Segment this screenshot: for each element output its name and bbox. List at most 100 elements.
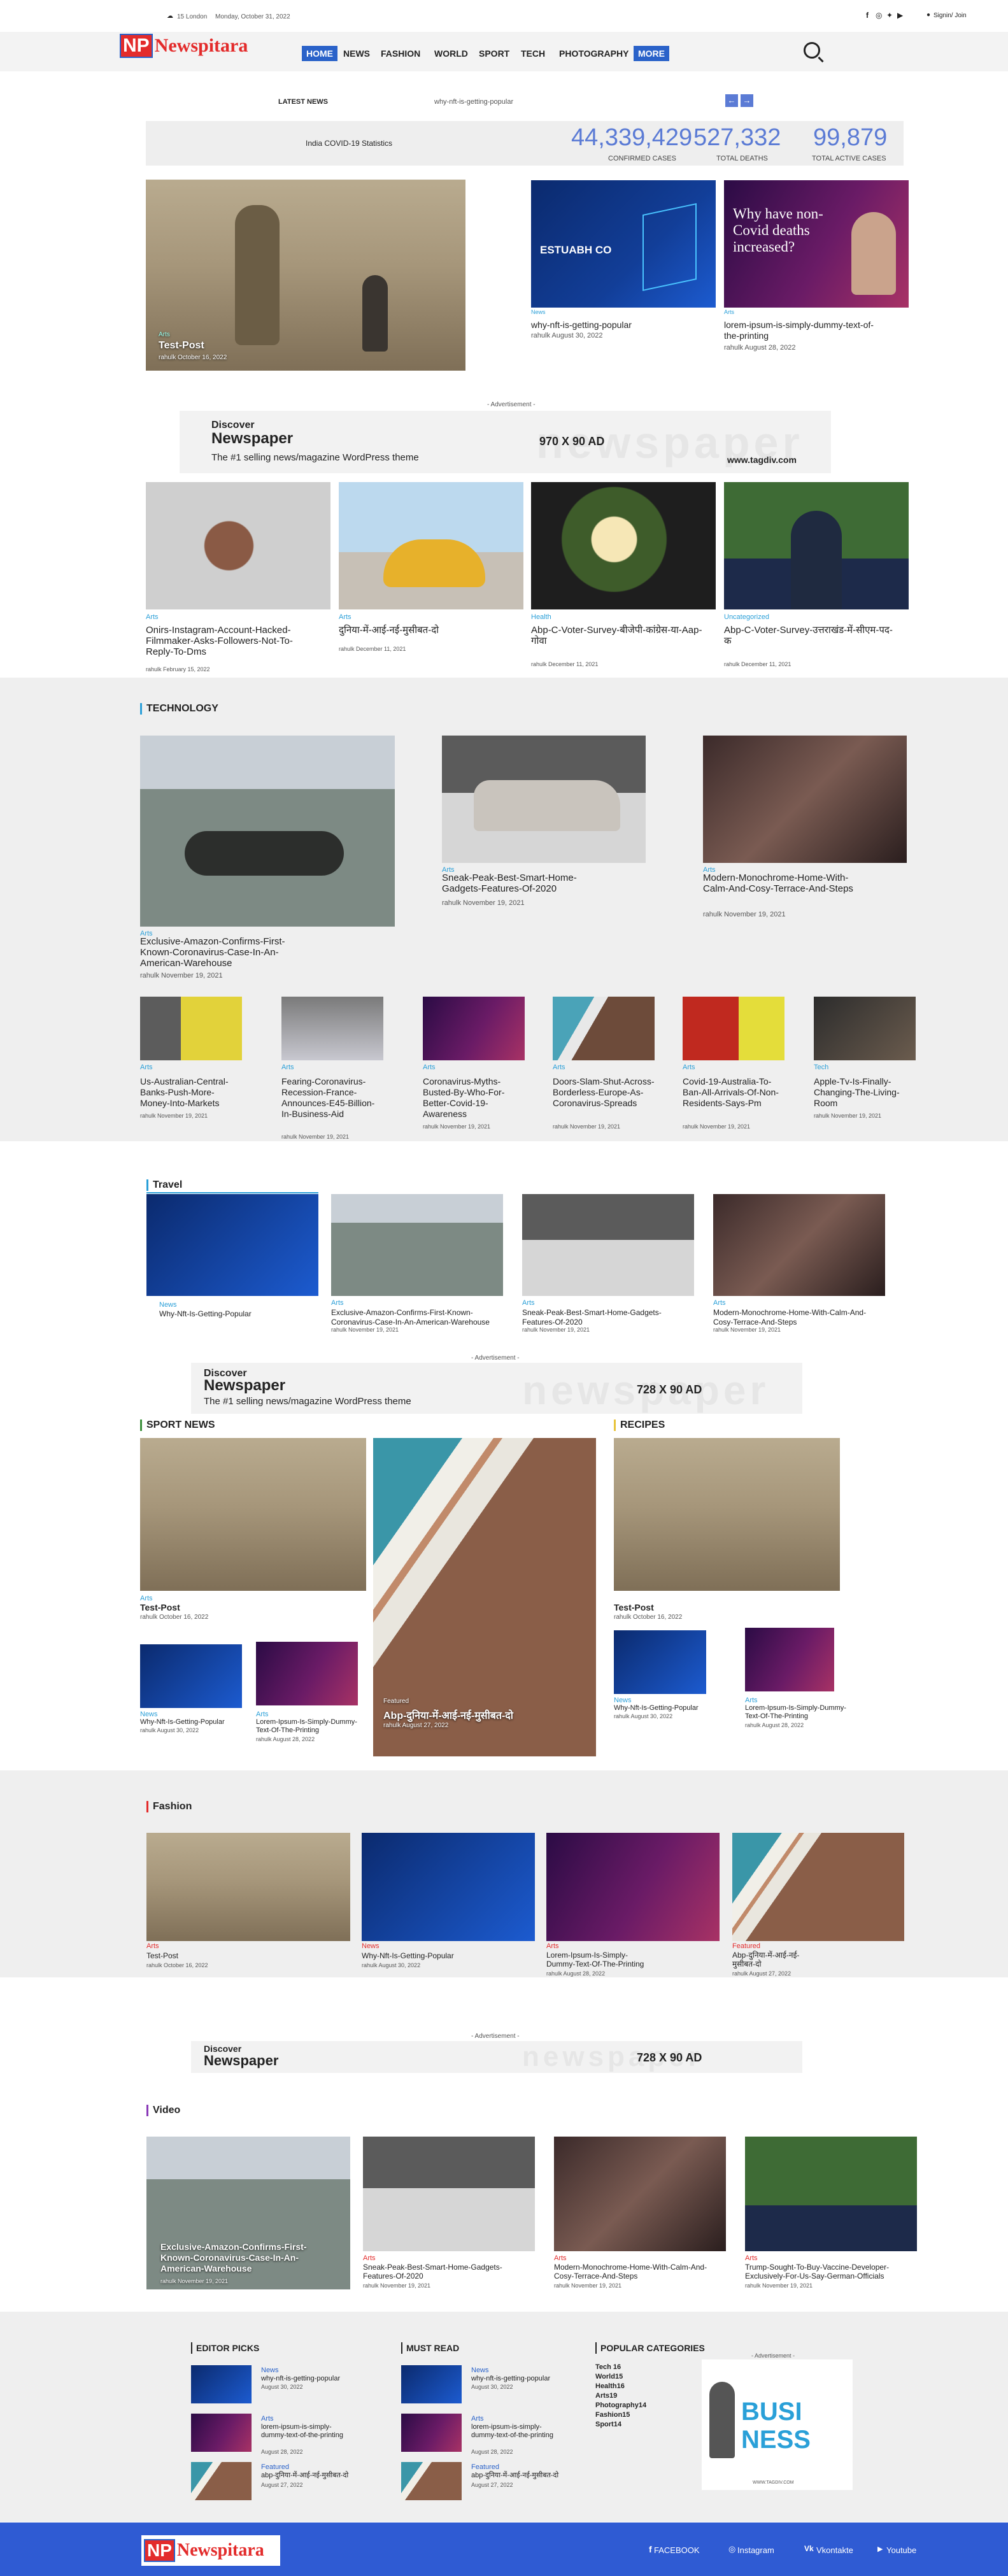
- recipes-main-title[interactable]: Test-Post: [614, 1602, 654, 1613]
- search-icon[interactable]: [804, 42, 820, 59]
- tech-small-image-2[interactable]: [281, 997, 383, 1060]
- nav-news[interactable]: NEWS: [343, 48, 370, 59]
- nav-photography[interactable]: PHOTOGRAPHY: [559, 48, 628, 59]
- popular-item-world[interactable]: World15: [595, 2373, 623, 2380]
- sport-small-title-2[interactable]: Lorem-Ipsum-Is-Simply-Dummy-Text-Of-The-…: [256, 1718, 358, 1735]
- tech-small-title-2[interactable]: Fearing-Coronavirus-Recession-France-Ann…: [281, 1076, 383, 1120]
- editor-image-3[interactable]: [191, 2462, 252, 2500]
- fashion-image-4[interactable]: [732, 1833, 904, 1941]
- nav-tech[interactable]: TECH: [521, 48, 545, 59]
- sport-small-image-1[interactable]: [140, 1644, 242, 1708]
- row4-title-4[interactable]: Abp-C-Voter-Survey-उत्तराखंड-में-सीएम-पद…: [724, 625, 896, 646]
- tech-small-title-6[interactable]: Apple-Tv-Is-Finally-Changing-The-Living-…: [814, 1076, 916, 1109]
- tech-small-image-3[interactable]: [423, 997, 525, 1060]
- nav-world[interactable]: WORLD: [434, 48, 468, 59]
- instagram-icon[interactable]: ◎: [876, 11, 882, 20]
- fashion-title-3[interactable]: Lorem-Ipsum-Is-Simply-Dummy-Text-Of-The-…: [546, 1951, 648, 1968]
- fashion-image-2[interactable]: [362, 1833, 535, 1941]
- sport-feature-image[interactable]: Featured Abp-दुनिया-में-आई-नई-मुसीबत-दो …: [373, 1438, 596, 1756]
- tech-image-2[interactable]: [442, 736, 646, 863]
- footer-link-facebook[interactable]: FACEBOOK: [654, 2545, 700, 2555]
- fashion-image-3[interactable]: [546, 1833, 720, 1941]
- video-title-2[interactable]: Sneak-Peak-Best-Smart-Home-Gadgets-Featu…: [363, 2263, 535, 2281]
- mustread-title-2[interactable]: lorem-ipsum-is-simply-dummy-text-of-the-…: [471, 2423, 567, 2440]
- travel-title-4[interactable]: Modern-Monochrome-Home-With-Calm-And-Cos…: [713, 1308, 885, 1327]
- hero-side-image-2[interactable]: Why have non-Covid deaths increased?: [724, 180, 909, 308]
- recipes-main-image[interactable]: [614, 1438, 840, 1591]
- popular-item-tech[interactable]: Tech 16: [595, 2363, 621, 2371]
- footer-link-youtube[interactable]: Youtube: [886, 2545, 916, 2555]
- recipes-small-image-2[interactable]: [745, 1628, 834, 1691]
- editor-image-2[interactable]: [191, 2414, 252, 2452]
- ticker-text[interactable]: why-nft-is-getting-popular: [434, 98, 513, 106]
- travel-title-3[interactable]: Sneak-Peak-Best-Smart-Home-Gadgets-Featu…: [522, 1308, 694, 1327]
- row4-image-3[interactable]: [531, 482, 716, 609]
- popular-item-fashion[interactable]: Fashion15: [595, 2411, 630, 2419]
- tech-small-image-1[interactable]: [140, 997, 242, 1060]
- video-image-3[interactable]: [554, 2137, 726, 2251]
- video-image-2[interactable]: [363, 2137, 535, 2251]
- footer-link-vkontakte[interactable]: Vkontakte: [816, 2545, 853, 2555]
- nav-fashion[interactable]: FASHION: [381, 48, 420, 59]
- footer-logo[interactable]: NP Newspitara: [141, 2535, 280, 2566]
- popular-item-arts[interactable]: Arts19: [595, 2392, 617, 2400]
- side-ad-banner[interactable]: BUSINESS WWW.TAGDIV.COM: [702, 2359, 853, 2490]
- row4-title-2[interactable]: दुनिया-में-आई-नई-मुसीबत-दो: [339, 625, 511, 636]
- tech-title-1[interactable]: Exclusive-Amazon-Confirms-First-Known-Co…: [140, 936, 306, 969]
- recipes-small-image-1[interactable]: [614, 1630, 706, 1694]
- mustread-title-1[interactable]: why-nft-is-getting-popular: [471, 2375, 579, 2383]
- sport-main-title[interactable]: Test-Post: [140, 1602, 180, 1613]
- recipes-small-title-1[interactable]: Why-Nft-Is-Getting-Popular: [614, 1704, 716, 1712]
- tech-small-title-1[interactable]: Us-Australian-Central-Banks-Push-More-Mo…: [140, 1076, 242, 1109]
- footer-link-instagram[interactable]: Instagram: [737, 2545, 774, 2555]
- popular-item-sport[interactable]: Sport14: [595, 2421, 621, 2428]
- hero-side-title-2[interactable]: lorem-ipsum-is-simply-dummy-text-of-the-…: [724, 320, 877, 341]
- mustread-image-1[interactable]: [401, 2365, 462, 2403]
- editor-title-3[interactable]: abp-दुनिया-में-आई-नई-मुसीबत-दो: [261, 2472, 369, 2480]
- tech-small-title-3[interactable]: Coronavirus-Myths-Busted-By-Who-For-Bett…: [423, 1076, 525, 1120]
- hero-side-title-1[interactable]: why-nft-is-getting-popular: [531, 320, 716, 331]
- travel-image-2[interactable]: [331, 1194, 503, 1296]
- video-title-1[interactable]: Exclusive-Amazon-Confirms-First-Known-Co…: [160, 2242, 326, 2274]
- hero-main-title[interactable]: Test-Post: [159, 340, 204, 352]
- logo[interactable]: NP Newspitara: [120, 33, 248, 59]
- popular-item-health[interactable]: Health16: [595, 2382, 625, 2390]
- tech-title-2[interactable]: Sneak-Peak-Best-Smart-Home-Gadgets-Featu…: [442, 872, 614, 894]
- row4-image-4[interactable]: [724, 482, 909, 609]
- tech-small-title-5[interactable]: Covid-19-Australia-To-Ban-All-Arrivals-O…: [683, 1076, 784, 1109]
- travel-title-2[interactable]: Exclusive-Amazon-Confirms-First-Known-Co…: [331, 1308, 503, 1327]
- ad-banner-2[interactable]: newspaper Discover Newspaper The #1 sell…: [191, 1363, 802, 1414]
- video-title-3[interactable]: Modern-Monochrome-Home-With-Calm-And-Cos…: [554, 2263, 726, 2281]
- sport-small-title-1[interactable]: Why-Nft-Is-Getting-Popular: [140, 1718, 242, 1726]
- ticker-prev-button[interactable]: ←: [725, 94, 738, 107]
- sport-feature-title[interactable]: Abp-दुनिया-में-आई-नई-मुसीबत-दो: [383, 1708, 513, 1722]
- tech-small-image-5[interactable]: [683, 997, 784, 1060]
- signin-link[interactable]: Signin/ Join: [933, 12, 967, 19]
- twitter-icon[interactable]: ✦: [886, 11, 893, 20]
- nav-home[interactable]: HOME: [302, 46, 337, 61]
- row4-title-3[interactable]: Abp-C-Voter-Survey-बीजेपी-कांग्रेस-या-Aa…: [531, 625, 703, 646]
- travel-image-4[interactable]: [713, 1194, 885, 1296]
- nav-sport[interactable]: SPORT: [479, 48, 509, 59]
- fashion-title-1[interactable]: Test-Post: [146, 1951, 318, 1961]
- hero-side-image-1[interactable]: ESTUABH CO: [531, 180, 716, 308]
- recipes-small-title-2[interactable]: Lorem-Ipsum-Is-Simply-Dummy-Text-Of-The-…: [745, 1704, 847, 1721]
- editor-title-1[interactable]: why-nft-is-getting-popular: [261, 2375, 369, 2383]
- tech-small-image-6[interactable]: [814, 997, 916, 1060]
- popular-item-photography[interactable]: Photography14: [595, 2402, 646, 2409]
- ad-banner-1[interactable]: newspaper Discover Newspaper The #1 sell…: [180, 411, 831, 473]
- mustread-title-3[interactable]: abp-दुनिया-में-आई-नई-मुसीबत-दो: [471, 2472, 579, 2480]
- video-image-1[interactable]: Exclusive-Amazon-Confirms-First-Known-Co…: [146, 2137, 350, 2289]
- travel-image-1[interactable]: [146, 1194, 318, 1296]
- travel-image-3[interactable]: [522, 1194, 694, 1296]
- mustread-image-3[interactable]: [401, 2462, 462, 2500]
- video-title-4[interactable]: Trump-Sought-To-Buy-Vaccine-Developer-Ex…: [745, 2263, 917, 2281]
- mustread-image-2[interactable]: [401, 2414, 462, 2452]
- tech-image-3[interactable]: [703, 736, 907, 863]
- facebook-icon[interactable]: f: [866, 11, 869, 20]
- video-image-4[interactable]: [745, 2137, 917, 2251]
- row4-image-2[interactable]: [339, 482, 523, 609]
- tech-small-title-4[interactable]: Doors-Slam-Shut-Across-Borderless-Europe…: [553, 1076, 655, 1109]
- hero-main-image[interactable]: Arts Test-Post rahulk October 16, 2022: [146, 180, 465, 371]
- ticker-next-button[interactable]: →: [741, 94, 753, 107]
